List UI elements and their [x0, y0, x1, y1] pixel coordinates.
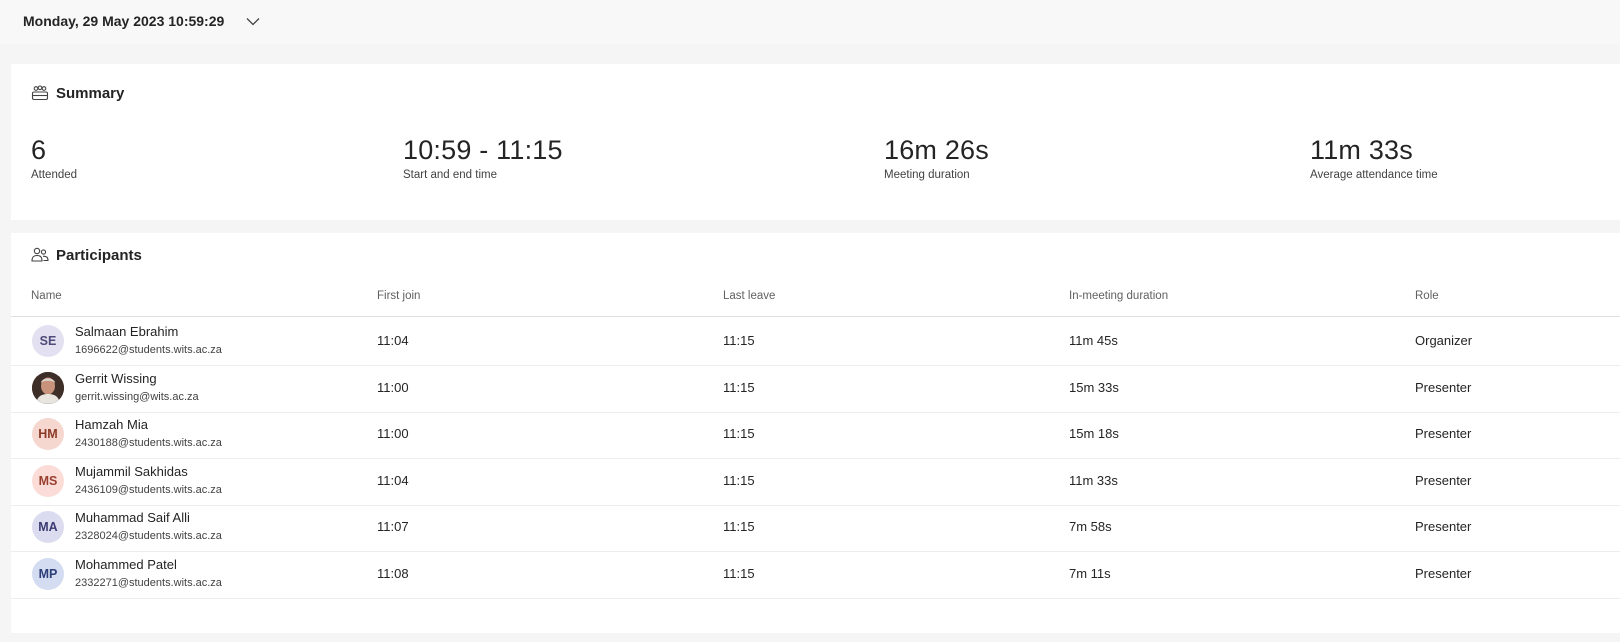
- participant-email: 1696622@students.wits.ac.za: [75, 344, 222, 356]
- last-leave-cell: 11:15: [723, 472, 755, 488]
- column-header-role[interactable]: Role: [1415, 290, 1439, 302]
- stat-value: 11m 33s: [1310, 135, 1413, 165]
- participants-title: Participants: [56, 246, 142, 264]
- first-join-cell: 11:00: [377, 379, 409, 395]
- last-leave-cell: 11:15: [723, 426, 755, 441]
- stat-start-end-time: 10:59 - 11:15 Start and end time: [403, 134, 563, 181]
- participant-name: Hamzah Mia: [75, 417, 148, 432]
- avatar: SE: [32, 325, 64, 357]
- stat-meeting-duration: 16m 26s Meeting duration: [884, 134, 989, 181]
- column-header-first-join[interactable]: First join: [377, 290, 420, 302]
- participant-row[interactable]: MP Mohammed Patel 2332271@students.wits.ac…: [11, 550, 1620, 599]
- last-leave-cell: 11:15: [723, 519, 755, 534]
- duration-cell: 7m 58s: [1069, 519, 1112, 534]
- role-cell: Presenter: [1415, 379, 1472, 395]
- duration-cell: 11m 45s: [1069, 333, 1118, 348]
- participant-row[interactable]: SE Salmaan Ebrahim 1696622@students.wits.a…: [11, 317, 1620, 366]
- stat-attended: 6 Attended: [31, 134, 77, 181]
- participant-row[interactable]: MS Mujammil Sakhidas 2436109@students.wits…: [11, 457, 1620, 506]
- group-icon: [31, 84, 49, 102]
- stat-value: 16m 26s: [884, 135, 989, 165]
- duration-cell: 7m 11s: [1069, 565, 1111, 581]
- participant-name: Salmaan Ebrahim: [75, 324, 179, 339]
- top-bar: Monday, 29 May 2023 10:59:29: [0, 0, 1620, 44]
- participant-row[interactable]: HM Hamzah Mia 2430188@students.wits.ac.za 1…: [11, 410, 1620, 459]
- column-header-duration[interactable]: In-meeting duration: [1069, 290, 1168, 302]
- participant-email: 2328024@students.wits.ac.za: [75, 530, 222, 542]
- first-join-cell: 11:04: [377, 472, 409, 488]
- stat-label: Start and end time: [403, 169, 497, 181]
- duration-cell: 11m 33s: [1069, 472, 1118, 488]
- participant-name: Muhammad Saif Alli: [75, 510, 190, 525]
- profile-photo: [32, 371, 64, 404]
- participant-email: 2332271@students.wits.ac.za: [75, 576, 222, 589]
- stat-label: Average attendance time: [1310, 169, 1438, 181]
- participants-card: Participants Name First join Last leave …: [11, 233, 1620, 633]
- participant-email: 2430188@students.wits.ac.za: [75, 437, 222, 449]
- first-join-cell: 11:07: [377, 519, 409, 534]
- participant-name: Mohammed Patel: [75, 556, 177, 572]
- stat-value: 10:59 - 11:15: [403, 135, 563, 165]
- stat-label: Meeting duration: [884, 169, 970, 181]
- participant-name: Gerrit Wissing: [75, 370, 157, 386]
- chevron-down-icon[interactable]: [246, 17, 260, 26]
- participant-row[interactable]: MA Muhammad Saif Alli 2328024@students.wit…: [11, 503, 1620, 552]
- role-cell: Presenter: [1415, 519, 1472, 534]
- duration-cell: 15m 18s: [1069, 426, 1119, 441]
- column-header-name[interactable]: Name: [31, 290, 62, 302]
- role-cell: Organizer: [1415, 333, 1473, 348]
- first-join-cell: 11:08: [377, 565, 409, 581]
- participant-row[interactable]: Gerrit Wissing gerrit.wissing@wits.ac.za 1…: [11, 364, 1620, 413]
- stat-label: Attended: [31, 169, 78, 181]
- stat-value: 6: [31, 135, 47, 165]
- role-cell: Presenter: [1415, 472, 1472, 488]
- first-join-cell: 11:00: [377, 426, 409, 441]
- duration-cell: 15m 33s: [1069, 379, 1119, 395]
- participant-email: 2436109@students.wits.ac.za: [75, 483, 222, 496]
- role-cell: Presenter: [1415, 565, 1472, 581]
- participants-header: Participants: [31, 246, 142, 264]
- avatar: MS: [32, 464, 64, 497]
- summary-card: Summary 6 Attended 10:59 - 11:15 Start a…: [11, 64, 1620, 220]
- avatar: MA: [32, 511, 64, 543]
- role-cell: Presenter: [1415, 426, 1472, 441]
- last-leave-cell: 11:15: [723, 333, 755, 348]
- meeting-datetime: Monday, 29 May 2023 10:59:29: [23, 13, 225, 29]
- first-join-cell: 11:04: [377, 333, 409, 348]
- summary-title: Summary: [56, 84, 125, 102]
- avatar: MP: [32, 557, 64, 590]
- stat-average-attendance: 11m 33s Average attendance time: [1310, 134, 1438, 181]
- participant-email: gerrit.wissing@wits.ac.za: [75, 390, 199, 403]
- last-leave-cell: 11:15: [723, 379, 755, 395]
- meeting-date-dropdown[interactable]: Monday, 29 May 2023 10:59:29: [23, 10, 260, 32]
- last-leave-cell: 11:15: [723, 565, 755, 581]
- participant-name: Mujammil Sakhidas: [75, 463, 188, 479]
- avatar: [32, 371, 64, 404]
- avatar: HM: [32, 418, 64, 450]
- column-header-last-leave[interactable]: Last leave: [723, 290, 775, 302]
- summary-header: Summary: [31, 84, 124, 102]
- people-icon: [31, 246, 49, 264]
